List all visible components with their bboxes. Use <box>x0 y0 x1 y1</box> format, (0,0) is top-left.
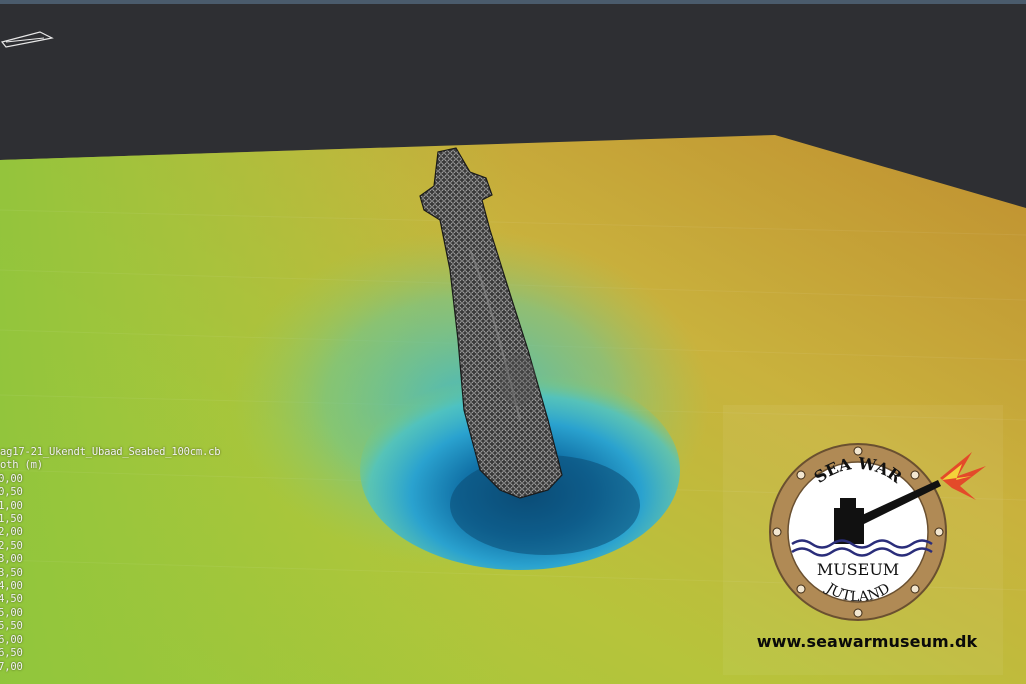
legend-row: 25,00 <box>0 606 23 619</box>
legend-row: 22,00 <box>0 526 23 539</box>
legend-filename: ag17-21_Ukendt_Ubaad_Seabed_100cm.cb <box>0 446 221 458</box>
legend-row: 24,50 <box>0 593 23 606</box>
compass-arrow-icon[interactable] <box>0 28 56 50</box>
sea-war-museum-logo: SEA WAR MUSEUM JUTLAND <box>769 443 986 621</box>
legend-row: 21,00 <box>0 499 23 512</box>
legend-row: 21,50 <box>0 513 23 526</box>
logo-museum-text: MUSEUM <box>817 560 899 579</box>
legend-row: 20,50 <box>0 486 23 499</box>
legend-header: oth (m) <box>0 459 43 472</box>
legend-row: 20,00 <box>0 472 23 485</box>
legend-row: 27,00 <box>0 660 23 673</box>
legend-row: 26,50 <box>0 647 23 660</box>
legend-row: 26,00 <box>0 633 23 646</box>
legend-row: 24,00 <box>0 580 23 593</box>
legend-row: 22,50 <box>0 539 23 552</box>
website-url[interactable]: www.seawarmuseum.dk <box>732 632 1002 651</box>
legend-row: 23,00 <box>0 553 23 566</box>
legend-row: 23,50 <box>0 566 23 579</box>
legend-row: 25,50 <box>0 620 23 633</box>
depth-legend: ag17-21_Ukendt_Ubaad_Seabed_100cm.cb oth… <box>0 446 240 674</box>
